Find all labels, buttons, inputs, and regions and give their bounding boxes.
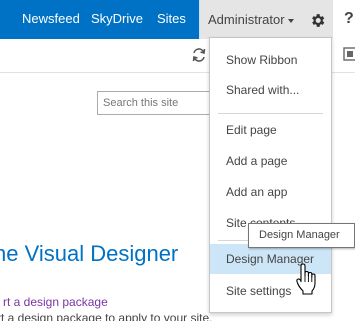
hand-pointer-icon — [296, 263, 316, 295]
user-menu-button[interactable]: Administrator — [200, 0, 303, 39]
sites-link[interactable]: Sites — [157, 10, 186, 28]
suite-bar: Newsfeed SkyDrive Sites Administrator ? — [0, 0, 355, 39]
chevron-down-icon — [287, 18, 294, 23]
focus-on-content-icon[interactable] — [343, 47, 355, 61]
menu-item-shared-with[interactable]: Shared with... — [210, 75, 331, 105]
menu-divider — [218, 113, 323, 114]
skydrive-link[interactable]: SkyDrive — [91, 10, 143, 28]
user-menu-label: Administrator — [208, 11, 294, 29]
page-title: he Visual Designer — [0, 241, 179, 266]
gear-icon — [312, 14, 325, 27]
help-button[interactable]: ? — [333, 0, 355, 39]
menu-item-add-a-page[interactable]: Add a page — [210, 146, 331, 176]
menu-item-edit-page[interactable]: Edit page — [210, 115, 331, 145]
newsfeed-link[interactable]: Newsfeed — [22, 10, 80, 28]
import-design-package-link[interactable]: rt a design package — [3, 295, 108, 309]
help-icon: ? — [344, 10, 354, 27]
menu-item-show-ribbon[interactable]: Show Ribbon — [210, 45, 331, 75]
import-design-package-description: rt a design package to apply to your sit… — [0, 311, 213, 321]
search-input[interactable] — [97, 91, 215, 115]
menu-item-add-an-app[interactable]: Add an app — [210, 177, 331, 207]
sync-icon[interactable] — [191, 47, 207, 63]
settings-button[interactable] — [303, 0, 333, 39]
tooltip: Design Manager — [248, 223, 355, 248]
